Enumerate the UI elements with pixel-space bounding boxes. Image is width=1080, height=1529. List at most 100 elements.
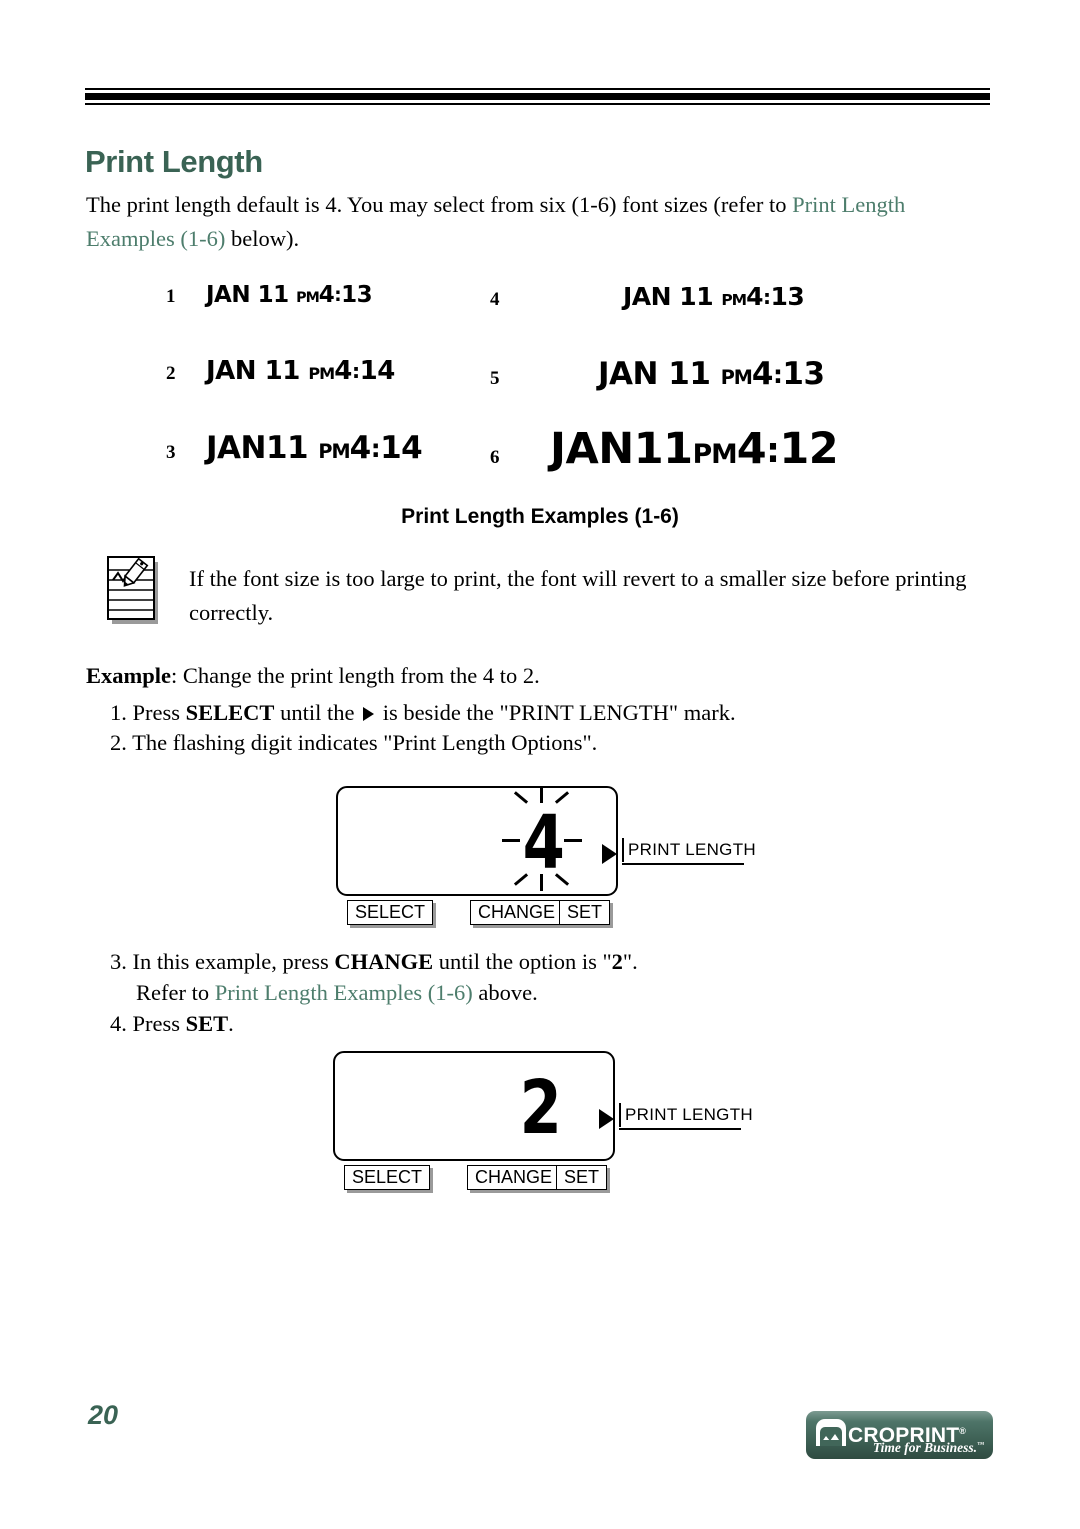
logo-registered-mark: ® — [959, 1426, 967, 1436]
stamp-minute: 13 — [341, 282, 373, 308]
stamp-hour: 4 — [751, 356, 774, 392]
stamp-month: JAN — [550, 424, 634, 474]
stamp-hour: 4 — [746, 282, 764, 311]
examples-caption: Print Length Examples (1-6) — [401, 505, 679, 528]
step-3-refer-b: above. — [472, 980, 538, 1005]
callout-underline-one — [622, 863, 744, 865]
procedure-lead: Example: Change the print length from th… — [86, 663, 540, 689]
stamp-day: 11 — [265, 430, 309, 466]
example-row-2: 2 JAN 11 PM4:14 — [166, 356, 395, 386]
stamp-colon: : — [763, 285, 771, 310]
change-button-two[interactable]: CHANGE — [467, 1165, 561, 1190]
example-row-5: 5 JAN 11 PM4:13 — [490, 356, 825, 392]
acroprint-logo: CROPRINT® Time for Business.™ — [806, 1411, 993, 1459]
lcd-digit-two: 2 — [519, 1065, 562, 1151]
step-4-text-a: 4. Press — [110, 1011, 186, 1036]
step-1-text-a: 1. Press — [110, 700, 186, 725]
change-button-one[interactable]: CHANGE — [470, 900, 564, 925]
stamp-colon: : — [766, 430, 780, 471]
print-length-pointer-one — [602, 844, 617, 864]
stamp-month: JAN — [623, 282, 672, 311]
stamp-hour: 4 — [736, 424, 767, 474]
step-4-keyword: SET — [185, 1011, 229, 1036]
stamp-day: 11 — [257, 282, 290, 308]
stamp-month: JAN — [206, 356, 257, 386]
example-row-4: 4 JAN 11 PM4:13 — [490, 282, 805, 311]
step-3-text-c: ". — [622, 949, 638, 974]
page-number: 20 — [88, 1400, 119, 1430]
example-number-2: 2 — [166, 363, 176, 384]
stamp-day: 11 — [633, 424, 693, 474]
stamp-meridiem: PM — [318, 440, 350, 463]
stamp-day: 11 — [668, 356, 711, 392]
logo-tagline-text: Time for Business. — [872, 1440, 977, 1455]
example-number-3: 3 — [166, 442, 176, 463]
example-stamp-3: JAN11 PM4:14 — [206, 430, 423, 466]
stamp-month: JAN — [206, 430, 266, 466]
stamp-hour: 4 — [349, 430, 372, 466]
stamp-hour: 4 — [318, 282, 335, 308]
example-stamp-6: JAN11PM4:12 — [550, 424, 839, 474]
stamp-meridiem: PM — [721, 291, 747, 309]
stamp-colon: : — [334, 285, 342, 307]
intro-text-part-2: below). — [225, 226, 300, 251]
callout-label-one: PRINT LENGTH — [628, 840, 756, 859]
set-button-one[interactable]: SET — [559, 900, 611, 925]
step-3-option-value: 2 — [611, 949, 623, 974]
device-display-two: 2 PRINT LENGTH SELECT CHANGE SET — [333, 1051, 753, 1196]
right-triangle-icon — [363, 707, 375, 721]
example-row-6: 6 JAN11PM4:12 — [490, 424, 839, 474]
step-3-keyword: CHANGE — [334, 949, 434, 974]
step-4-text-b: . — [228, 1011, 234, 1036]
lcd-digit-one: 4 — [522, 800, 565, 886]
stamp-day: 11 — [264, 356, 301, 386]
example-row-3: 3 JAN11 PM4:14 — [166, 430, 423, 466]
select-button-one[interactable]: SELECT — [347, 900, 434, 925]
procedure-steps-lower: 3. In this example, press CHANGE until t… — [110, 946, 990, 1039]
stamp-meridiem: PM — [692, 439, 738, 470]
stamp-minute: 14 — [359, 356, 396, 386]
callout-vertical-tick-one — [622, 838, 624, 862]
lcd-screen-two — [333, 1051, 615, 1161]
header-rule-group — [85, 88, 990, 105]
device-display-one: 4 PRINT LENGTH SELECT CHANGE SET — [336, 786, 756, 931]
note-text: If the font size is too large to print, … — [189, 566, 967, 625]
step-3-cross-reference[interactable]: Print Length Examples (1-6) — [215, 980, 473, 1005]
intro-paragraph: The print length default is 4. You may s… — [86, 188, 992, 256]
logo-tagline: Time for Business.™ — [873, 1440, 984, 1456]
step-3-refer-a: Refer to — [136, 980, 215, 1005]
page-title: Print Length — [85, 144, 263, 179]
stamp-day: 11 — [679, 282, 714, 311]
step-3-text-a: 3. In this example, press — [110, 949, 335, 974]
notepad-pencil-icon — [107, 556, 163, 628]
example-stamp-5: JAN 11 PM4:13 — [598, 356, 825, 392]
example-number-5: 5 — [490, 368, 500, 389]
procedure-step-1: 1. Press SELECT until the is beside the … — [110, 698, 990, 728]
procedure-step-3: 3. In this example, press CHANGE until t… — [110, 946, 990, 977]
callout-underline-two — [619, 1128, 741, 1130]
callout-label-two: PRINT LENGTH — [625, 1105, 753, 1124]
print-length-examples-grid: 1 JAN 11 PM4:13 2 JAN 11 PM4:14 3 JAN11 … — [150, 272, 990, 497]
stamp-colon: : — [351, 359, 360, 384]
example-stamp-4: JAN 11 PM4:13 — [623, 282, 805, 311]
set-button-two[interactable]: SET — [556, 1165, 608, 1190]
step-1-text-b: until the — [274, 700, 361, 725]
stamp-meridiem: PM — [296, 290, 320, 306]
stamp-meridiem: PM — [308, 364, 335, 383]
print-length-pointer-two — [599, 1109, 614, 1129]
stamp-month: JAN — [206, 282, 251, 308]
logo-trademark-mark: ™ — [977, 1440, 984, 1449]
step-1-keyword: SELECT — [185, 700, 275, 725]
stamp-minute: 12 — [779, 424, 839, 474]
stamp-meridiem: PM — [720, 366, 753, 389]
step-1-text-c: is beside the "PRINT LENGTH" mark. — [377, 700, 736, 725]
stamp-colon: : — [772, 360, 783, 390]
example-number-6: 6 — [490, 447, 500, 468]
stamp-minute: 13 — [770, 282, 805, 311]
example-stamp-1: JAN 11 PM4:13 — [206, 282, 373, 308]
stamp-month: JAN — [598, 356, 658, 392]
header-rule-middle — [85, 93, 990, 100]
select-button-two[interactable]: SELECT — [344, 1165, 431, 1190]
step-3-text-b: until the option is " — [433, 949, 612, 974]
example-stamp-2: JAN 11 PM4:14 — [206, 356, 395, 386]
